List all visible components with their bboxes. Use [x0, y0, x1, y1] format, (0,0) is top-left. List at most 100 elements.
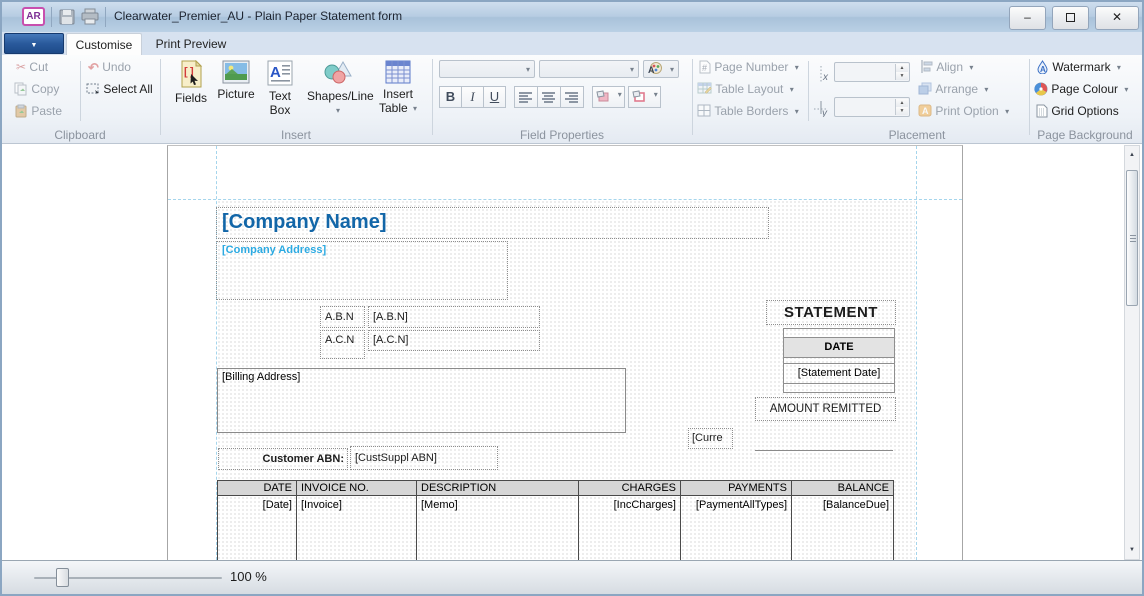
insert-table-button[interactable]: Insert Table ▾ — [373, 58, 423, 121]
select-all-button[interactable]: Select All — [86, 82, 153, 98]
copy-label: Copy — [31, 82, 59, 96]
picture-button[interactable]: Picture — [213, 58, 259, 121]
company-address-field[interactable]: [Company Address] — [216, 241, 508, 300]
statement-title-field[interactable]: STATEMENT — [766, 300, 896, 325]
chevron-down-icon: ▼ — [900, 73, 905, 79]
currency-field[interactable]: [Curre — [688, 428, 733, 449]
print-option-button[interactable]: A Print Option ▾ — [918, 104, 1009, 120]
print-icon — [80, 8, 100, 26]
page-colour-button[interactable]: Page Colour ▾ — [1034, 82, 1128, 98]
page-number-button[interactable]: # Page Number ▾ — [699, 60, 799, 76]
minimize-icon: – — [1024, 7, 1031, 28]
x-position-stepper[interactable]: ▲ ▼ — [834, 62, 910, 82]
acn-value-field[interactable]: [A.C.N] — [368, 330, 540, 351]
underline-button[interactable]: U — [483, 86, 506, 108]
app-menu-button[interactable]: ▼ — [4, 33, 64, 54]
customer-abn-label-field[interactable]: Customer ABN: — [218, 448, 348, 470]
fields-button[interactable]: [ ] Fields — [171, 58, 211, 121]
amount-remitted-line[interactable] — [755, 450, 893, 451]
company-name-field[interactable]: [Company Name] — [216, 207, 769, 239]
y-position-up-button[interactable]: ▲ — [895, 99, 908, 107]
app-logo-icon[interactable]: AR — [22, 7, 45, 26]
table-cell[interactable]: [Invoice] — [297, 496, 417, 560]
amount-remitted-field[interactable]: AMOUNT REMITTED — [755, 397, 896, 421]
cut-button[interactable]: ✂ Cut — [16, 60, 48, 76]
table-cell[interactable]: [BalanceDue] — [792, 496, 893, 560]
date-header-cell[interactable]: DATE — [784, 338, 894, 358]
scroll-down-button[interactable]: ▼ — [1125, 541, 1139, 559]
column-header[interactable]: CHARGES — [579, 481, 681, 495]
column-header[interactable]: DESCRIPTION — [417, 481, 579, 495]
chevron-down-icon: ▼ — [31, 42, 38, 49]
ribbon-tab-strip: ▼ Customise Print Preview — [2, 32, 1142, 55]
statement-date-cell[interactable]: [Statement Date] — [784, 364, 894, 384]
table-borders-button[interactable]: Table Borders ▾ — [697, 104, 799, 120]
table-cell[interactable]: [Memo] — [417, 496, 579, 560]
grid-options-button[interactable]: Grid Options — [1036, 104, 1119, 120]
abn-value-field[interactable]: [A.B.N] — [368, 306, 540, 328]
save-button[interactable] — [58, 8, 78, 26]
design-canvas[interactable]: [Company Name] [Company Address] A.B.N [… — [2, 144, 1142, 560]
chevron-up-icon: ▲ — [900, 65, 905, 71]
tab-print-preview[interactable]: Print Preview — [144, 33, 238, 55]
maximize-button[interactable] — [1052, 6, 1089, 30]
table-cell[interactable]: [PaymentAllTypes] — [681, 496, 792, 560]
chevron-down-icon: ▾ — [792, 107, 799, 116]
table-cell[interactable]: [Date] — [218, 496, 297, 560]
statement-date-table[interactable]: DATE [Statement Date] — [783, 328, 895, 393]
clipboard-group-label: Clipboard — [2, 128, 158, 142]
billing-address-field[interactable]: [Billing Address] — [217, 368, 626, 433]
watermark-button[interactable]: A Watermark ▾ — [1036, 60, 1121, 76]
arrange-button[interactable]: Arrange ▾ — [918, 82, 988, 98]
table-cell[interactable]: [IncCharges] — [579, 496, 681, 560]
shapes-line-button[interactable]: Shapes/Line ▾ — [307, 58, 369, 121]
y-position-stepper[interactable]: ▲ ▼ — [834, 97, 910, 117]
statement-table[interactable]: DATE INVOICE NO. DESCRIPTION CHARGES PAY… — [217, 480, 894, 560]
minimize-button[interactable]: – — [1009, 6, 1046, 30]
vertical-scrollbar[interactable]: ▲ ▼ — [1124, 145, 1140, 560]
chevron-down-icon: ▾ — [1114, 63, 1121, 72]
close-button[interactable]: ✕ — [1095, 6, 1139, 30]
svg-text:A: A — [922, 106, 929, 116]
table-layout-button[interactable]: Table Layout ▾ — [697, 82, 794, 98]
paste-button[interactable]: Paste — [14, 104, 62, 120]
align-button[interactable]: Align ▾ — [920, 60, 973, 76]
abn-label-field[interactable]: A.B.N — [320, 306, 365, 328]
statement-table-header-row[interactable]: DATE INVOICE NO. DESCRIPTION CHARGES PAY… — [217, 480, 894, 496]
fill-colour-button[interactable]: ▾ — [592, 86, 625, 108]
statement-table-body-row[interactable]: [Date] [Invoice] [Memo] [IncCharges] [Pa… — [217, 496, 894, 560]
copy-button[interactable]: Copy — [14, 82, 59, 98]
scroll-up-button[interactable]: ▲ — [1125, 146, 1139, 164]
tab-customise[interactable]: Customise — [66, 33, 142, 55]
table-layout-icon — [697, 82, 712, 94]
align-right-button[interactable] — [560, 86, 584, 108]
column-header[interactable]: DATE — [218, 481, 297, 495]
arrange-icon — [918, 82, 932, 95]
chevron-down-icon: ▼ — [900, 108, 905, 114]
bold-icon: B — [446, 89, 455, 104]
scrollbar-thumb[interactable] — [1126, 170, 1138, 306]
align-center-button[interactable] — [537, 86, 561, 108]
font-family-select[interactable]: ▾ — [439, 60, 535, 78]
italic-button[interactable]: I — [461, 86, 484, 108]
text-box-button[interactable]: A Text Box — [261, 58, 299, 121]
column-header[interactable]: PAYMENTS — [681, 481, 792, 495]
customer-abn-value-field[interactable]: [CustSuppl ABN] — [350, 446, 498, 470]
print-button[interactable] — [80, 8, 100, 26]
chevron-down-icon: ▾ — [523, 62, 530, 77]
y-position-down-button[interactable]: ▼ — [895, 107, 908, 115]
insert-table-icon — [385, 60, 411, 84]
form-page[interactable]: [Company Name] [Company Address] A.B.N [… — [167, 145, 963, 560]
font-colour-button[interactable]: A ▾ — [643, 60, 679, 78]
border-colour-button[interactable]: ▾ — [628, 86, 661, 108]
zoom-slider-thumb[interactable] — [56, 568, 69, 587]
column-header[interactable]: INVOICE NO. — [297, 481, 417, 495]
bold-button[interactable]: B — [439, 86, 462, 108]
undo-button[interactable]: ↶ Undo — [88, 60, 131, 76]
x-position-down-button[interactable]: ▼ — [895, 72, 908, 80]
column-header[interactable]: BALANCE — [792, 481, 893, 495]
x-position-up-button[interactable]: ▲ — [895, 64, 908, 72]
align-left-button[interactable] — [514, 86, 538, 108]
font-size-select[interactable]: ▾ — [539, 60, 639, 78]
acn-label-field[interactable]: A.C.N — [320, 330, 365, 359]
